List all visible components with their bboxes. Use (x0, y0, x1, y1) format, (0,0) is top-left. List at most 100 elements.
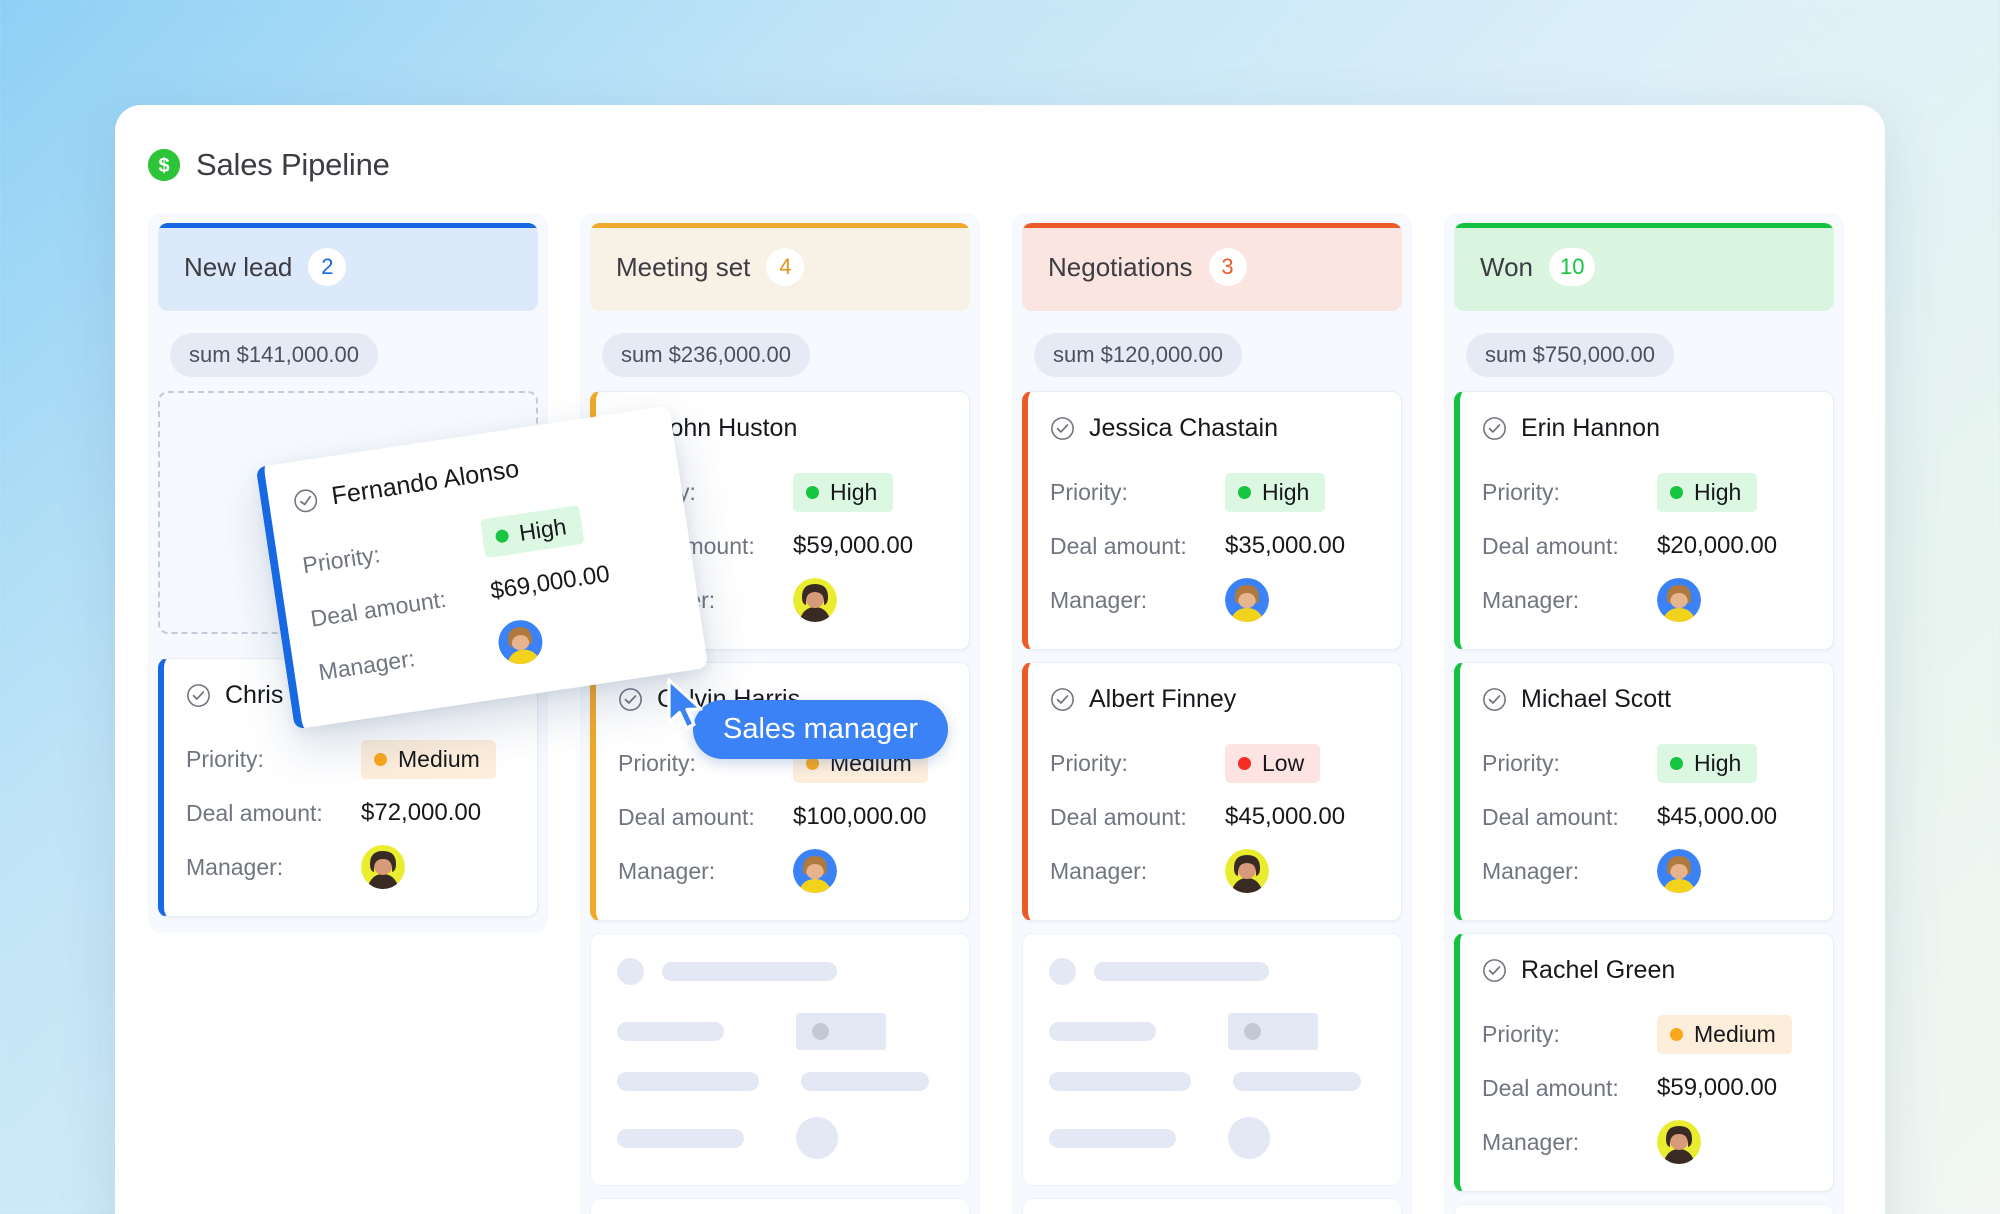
priority-dot-icon (1670, 756, 1683, 770)
deal-name: John Huston (657, 414, 798, 442)
column-won: Won 10 sum $750,000.00 Erin Hannon Prior… (1444, 213, 1844, 1214)
deal-amount-row: Deal amount: $100,000.00 (618, 790, 943, 844)
deal-name-row: Rachel Green (1482, 956, 1807, 985)
skeleton-card (1022, 933, 1402, 1186)
check-circle-icon (1051, 417, 1074, 440)
skeleton-bar (1049, 1022, 1156, 1041)
deal-amount-row: Deal amount: $45,000.00 (1482, 790, 1807, 844)
deal-manager-row: Manager: (618, 844, 943, 898)
deal-manager-row: Manager: (1482, 1115, 1807, 1169)
deal-amount-row: Deal amount: $45,000.00 (1050, 790, 1375, 844)
amount-label: Deal amount: (1482, 532, 1619, 559)
deal-priority-row: Priority: Medium (1482, 1007, 1807, 1061)
avatar[interactable] (361, 845, 405, 889)
priority-value: High (1694, 749, 1742, 776)
skeleton-row (617, 1117, 943, 1159)
skeleton-row (1049, 1013, 1375, 1050)
priority-dot-icon (1238, 485, 1251, 499)
priority-label: Priority: (1482, 749, 1560, 776)
skeleton-header-row (617, 958, 943, 985)
priority-dot-icon (1670, 485, 1683, 499)
column-header-negotiations[interactable]: Negotiations 3 (1022, 223, 1402, 311)
avatar[interactable] (495, 617, 545, 667)
amount-label: Deal amount: (1050, 803, 1187, 830)
priority-label: Priority: (1482, 478, 1560, 505)
column-cards-negotiations: Jessica Chastain Priority: High Deal amo… (1022, 391, 1402, 1214)
deal-card[interactable]: Albert Finney Priority: Low Deal amount:… (1022, 662, 1402, 921)
avatar[interactable] (793, 578, 837, 622)
amount-label: Deal amount: (1482, 803, 1619, 830)
deal-amount-row: Deal amount: $35,000.00 (1050, 519, 1375, 573)
column-sum-wrap: sum $141,000.00 (158, 311, 538, 391)
check-circle-icon (187, 684, 210, 707)
deal-priority-row: Priority: High (1482, 465, 1807, 519)
amount-label: Deal amount: (186, 799, 323, 826)
deal-manager-row: Manager: (1050, 573, 1375, 627)
skeleton-avatar (617, 958, 644, 985)
deal-manager-row: Manager: (1482, 573, 1807, 627)
skeleton-row (617, 1072, 943, 1091)
deal-amount-row: Deal amount: $20,000.00 (1482, 519, 1807, 573)
deal-name: Fernando Alonso (329, 454, 521, 511)
skeleton-avatar (1049, 958, 1076, 985)
amount-value: $69,000.00 (488, 560, 612, 605)
deal-card[interactable]: Jessica Chastain Priority: High Deal amo… (1022, 391, 1402, 650)
column-header-won[interactable]: Won 10 (1454, 223, 1834, 311)
deal-card[interactable]: Erin Hannon Priority: High Deal amount: … (1454, 391, 1834, 650)
deal-manager-row: Manager: (1050, 844, 1375, 898)
column-header-meeting-set[interactable]: Meeting set 4 (590, 223, 970, 311)
amount-value: $59,000.00 (793, 532, 914, 559)
avatar[interactable] (1225, 849, 1269, 893)
deal-card[interactable]: Rachel Green Priority: Medium Deal amoun… (1454, 933, 1834, 1192)
deal-priority-row: Priority: Low (1050, 736, 1375, 790)
skeleton-bar (1049, 1128, 1176, 1148)
deal-card[interactable]: Michael Scott Priority: High Deal amount… (1454, 662, 1834, 921)
deal-name: Jessica Chastain (1089, 414, 1278, 442)
column-count-badge: 2 (308, 248, 347, 286)
skeleton-card (1454, 1204, 1834, 1214)
avatar[interactable] (793, 849, 837, 893)
column-count-badge: 3 (1208, 248, 1247, 286)
skeleton-bar (617, 1128, 744, 1148)
priority-label: Priority: (1482, 1020, 1560, 1047)
priority-value: Low (1262, 749, 1305, 776)
column-title: New lead (184, 251, 293, 282)
priority-label: Priority: (186, 745, 264, 772)
deal-amount-row: Deal amount: $72,000.00 (186, 786, 511, 840)
column-sum: sum $236,000.00 (602, 333, 811, 377)
column-sum: sum $120,000.00 (1034, 333, 1243, 377)
avatar[interactable] (1657, 578, 1701, 622)
deal-manager-row: Manager: (186, 840, 511, 894)
priority-value: Medium (398, 745, 480, 772)
skeleton-avatar (796, 1117, 838, 1159)
deal-name: Rachel Green (1521, 956, 1676, 984)
priority-value: High (1694, 478, 1742, 505)
deal-name: Erin Hannon (1521, 414, 1660, 442)
column-header-new-lead[interactable]: New lead 2 (158, 223, 538, 311)
amount-value: $45,000.00 (1225, 803, 1346, 830)
avatar[interactable] (1657, 1120, 1701, 1164)
amount-value: $72,000.00 (361, 799, 482, 826)
skeleton-bar (1049, 1072, 1191, 1091)
priority-badge: High (793, 472, 894, 512)
column-cards-won: Erin Hannon Priority: High Deal amount: … (1454, 391, 1834, 1214)
amount-label: Deal amount: (1482, 1074, 1619, 1101)
avatar[interactable] (1225, 578, 1269, 622)
column-sum: sum $141,000.00 (170, 333, 379, 377)
skeleton-dot-icon (812, 1023, 829, 1040)
column-count-badge: 10 (1549, 248, 1596, 286)
column-negotiations: Negotiations 3 sum $120,000.00 Jessica C… (1012, 213, 1412, 1214)
priority-badge: Medium (361, 739, 496, 779)
deal-priority-row: Priority: Medium (186, 732, 511, 786)
skeleton-bar (801, 1072, 929, 1091)
app-window: $ Sales Pipeline New lead 2 sum $141,000… (115, 105, 1885, 1214)
priority-value: High (830, 478, 878, 505)
amount-value: $59,000.00 (1657, 1074, 1778, 1101)
deal-manager-row: Manager: (1482, 844, 1807, 898)
drag-tooltip-sales-manager: Sales manager (693, 700, 949, 759)
skeleton-block (1228, 1013, 1318, 1050)
skeleton-row (1049, 1117, 1375, 1159)
check-circle-icon (1483, 417, 1506, 440)
column-title: Negotiations (1048, 251, 1193, 282)
avatar[interactable] (1657, 849, 1701, 893)
